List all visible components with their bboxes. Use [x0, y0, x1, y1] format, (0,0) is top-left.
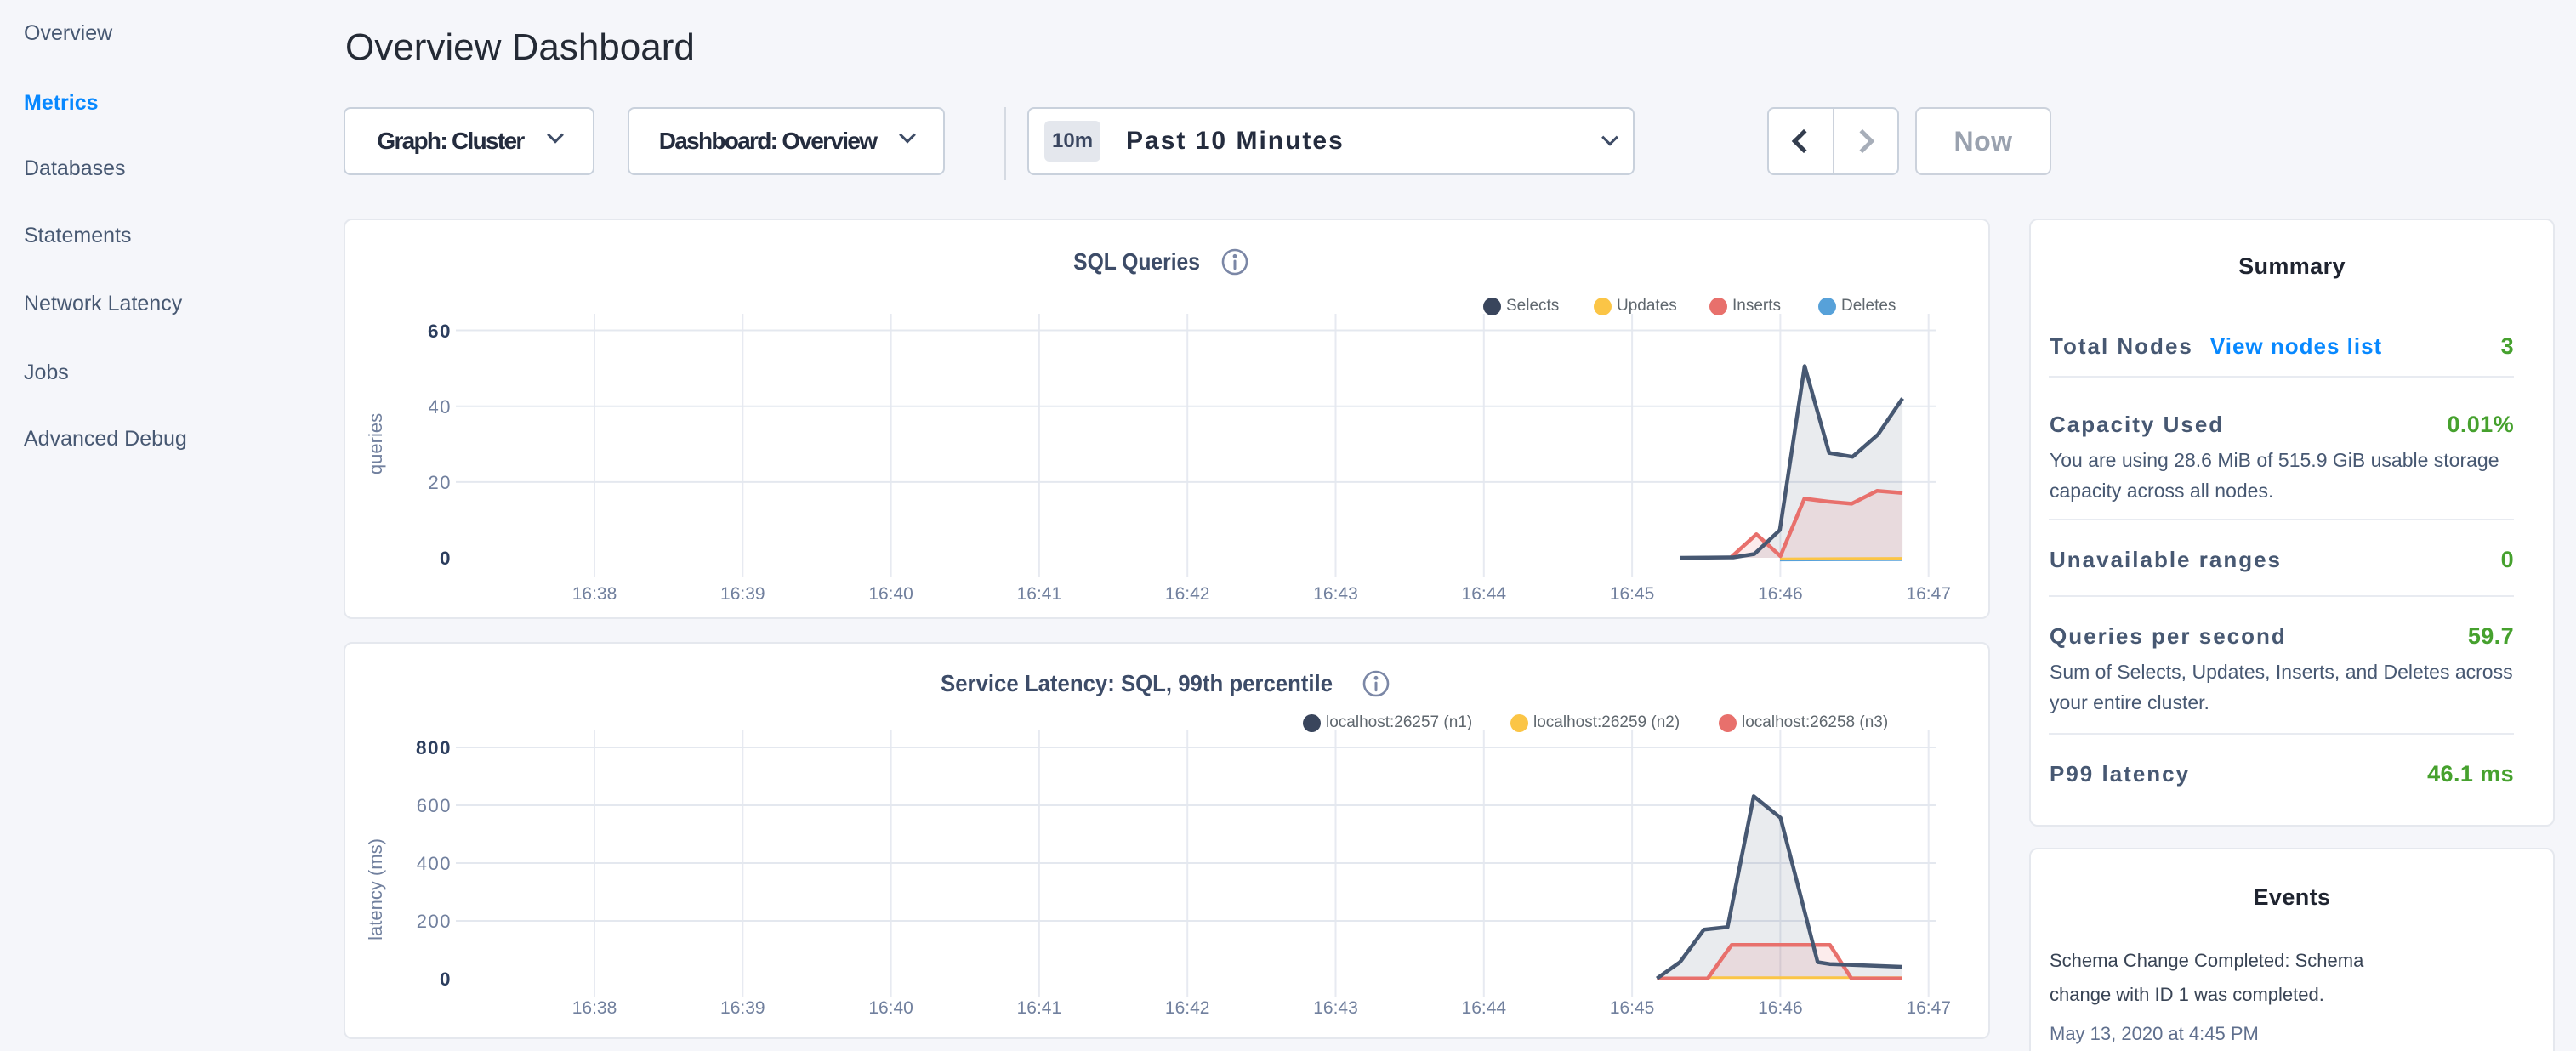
svg-text:16:38: 16:38 — [572, 998, 617, 1018]
svg-text:16:42: 16:42 — [1165, 998, 1210, 1018]
svg-text:200: 200 — [417, 911, 452, 932]
svg-text:0: 0 — [440, 548, 452, 569]
svg-text:16:46: 16:46 — [1758, 584, 1803, 604]
svg-text:16:45: 16:45 — [1610, 998, 1655, 1018]
svg-text:16:43: 16:43 — [1313, 998, 1358, 1018]
svg-text:800: 800 — [416, 737, 452, 758]
svg-text:16:40: 16:40 — [868, 584, 913, 604]
svg-text:16:45: 16:45 — [1610, 584, 1655, 604]
svg-text:16:47: 16:47 — [1906, 584, 1951, 604]
svg-text:16:44: 16:44 — [1462, 998, 1507, 1018]
svg-text:queries: queries — [365, 413, 386, 474]
svg-text:40: 40 — [429, 396, 452, 418]
svg-text:0: 0 — [440, 969, 452, 990]
svg-text:16:39: 16:39 — [720, 584, 765, 604]
svg-text:60: 60 — [428, 321, 452, 342]
svg-text:16:42: 16:42 — [1165, 584, 1210, 604]
svg-text:20: 20 — [429, 472, 452, 493]
svg-text:16:39: 16:39 — [720, 998, 765, 1018]
svg-text:16:46: 16:46 — [1758, 998, 1803, 1018]
svg-text:400: 400 — [417, 853, 452, 874]
svg-text:16:40: 16:40 — [868, 998, 913, 1018]
svg-text:16:41: 16:41 — [1017, 998, 1062, 1018]
svg-text:16:43: 16:43 — [1313, 584, 1358, 604]
svg-text:16:44: 16:44 — [1462, 584, 1507, 604]
svg-text:16:41: 16:41 — [1017, 584, 1062, 604]
svg-text:16:38: 16:38 — [572, 584, 617, 604]
svg-text:16:47: 16:47 — [1906, 998, 1951, 1018]
svg-text:latency (ms): latency (ms) — [365, 838, 386, 940]
svg-text:600: 600 — [417, 795, 452, 816]
